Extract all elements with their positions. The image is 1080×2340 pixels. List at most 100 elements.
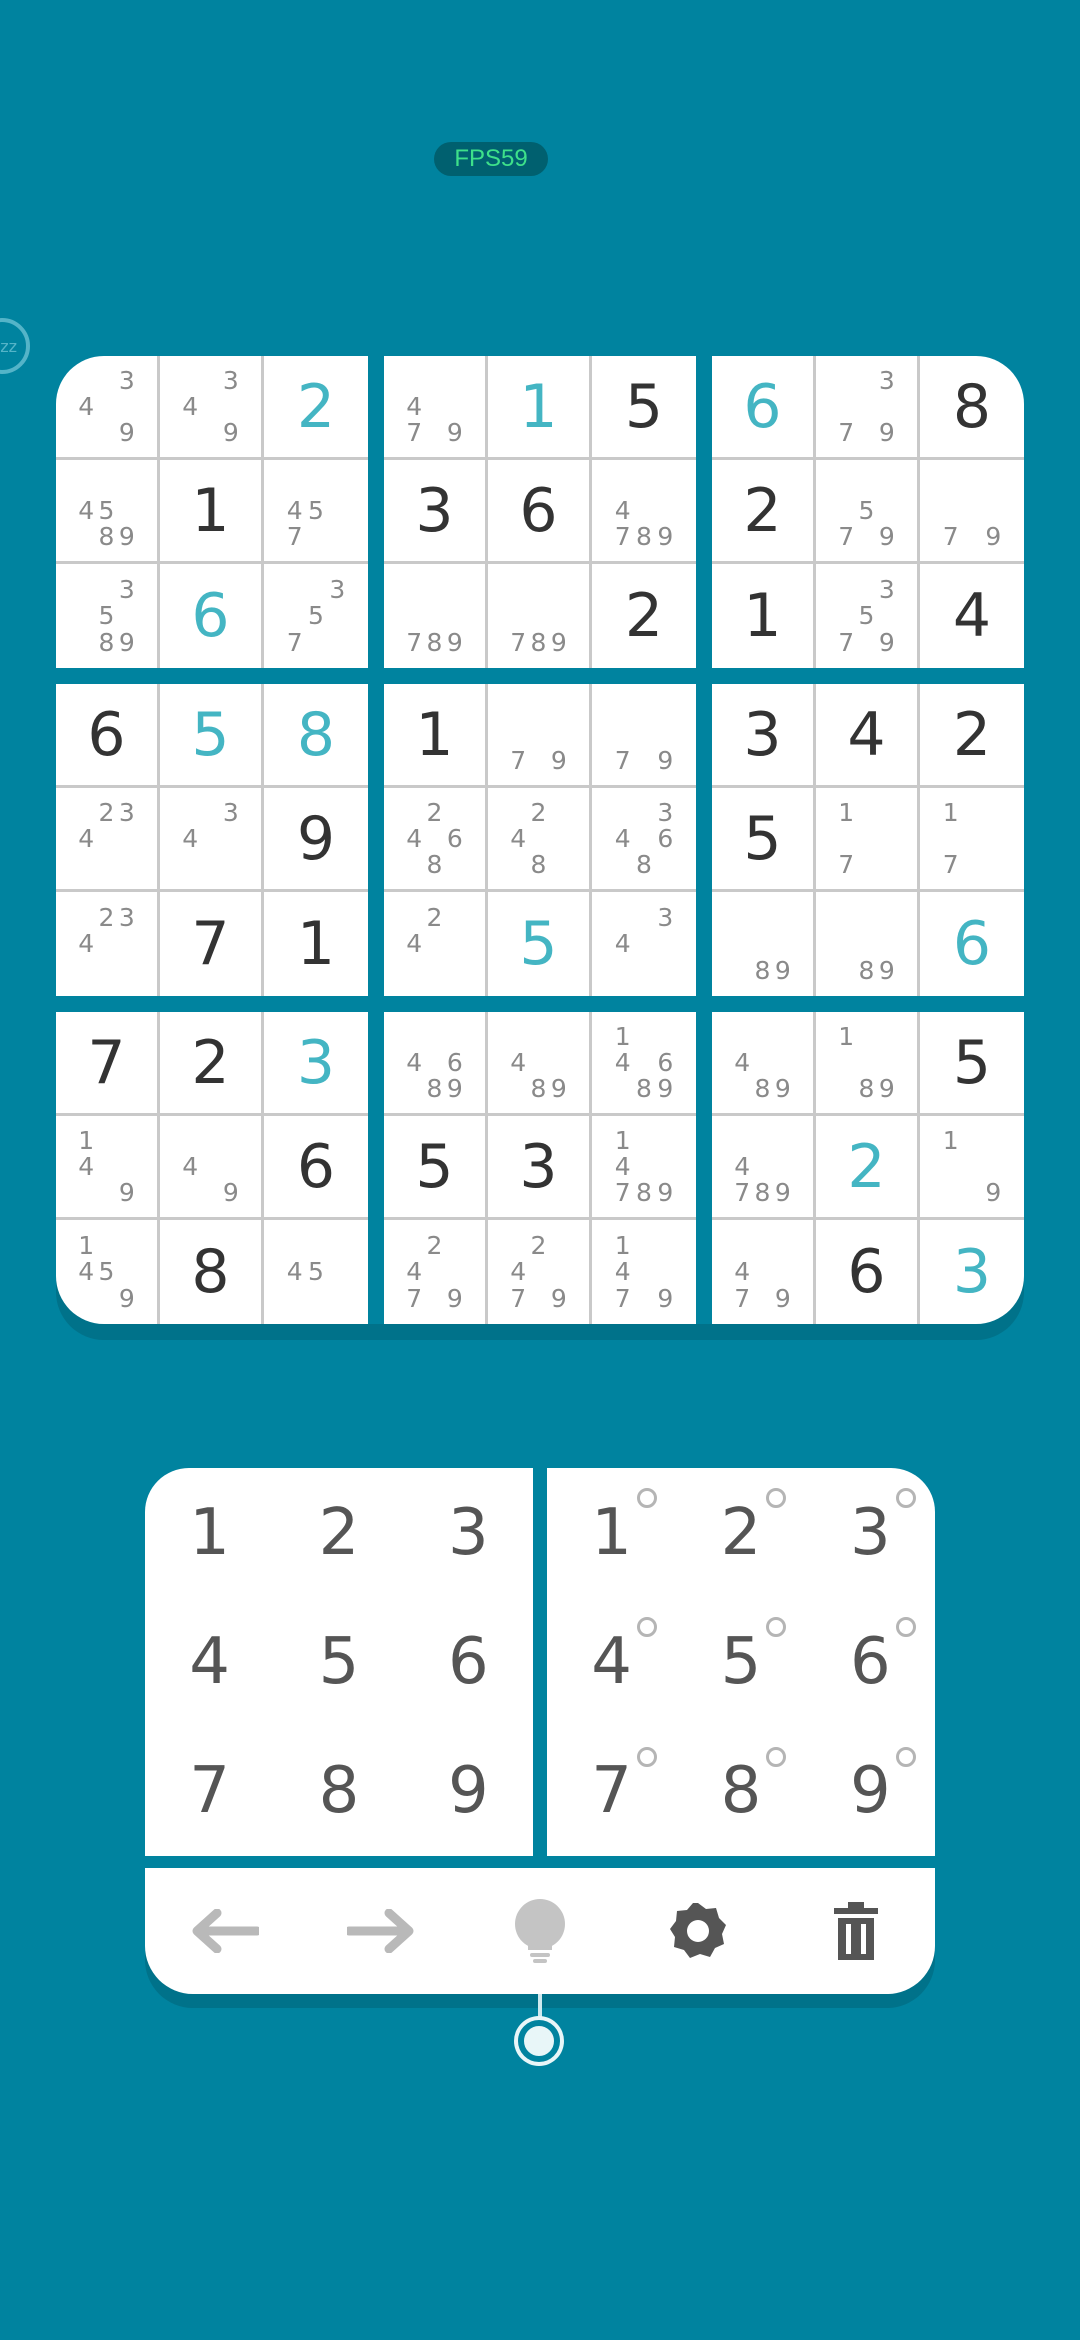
sudoku-cell[interactable]: 234 <box>56 892 160 996</box>
sudoku-cell[interactable]: 2479 <box>384 1220 488 1324</box>
sudoku-cell[interactable]: 4 <box>920 564 1024 668</box>
sudoku-cell[interactable]: 2 <box>592 564 696 668</box>
note-key[interactable]: 1 <box>547 1468 676 1597</box>
sudoku-cell[interactable]: 6 <box>712 356 816 460</box>
sudoku-cell[interactable]: 3579 <box>816 564 920 668</box>
number-key[interactable]: 9 <box>404 1727 533 1856</box>
number-key[interactable]: 7 <box>145 1727 274 1856</box>
note-key[interactable]: 8 <box>676 1727 805 1856</box>
sudoku-cell[interactable]: 579 <box>816 460 920 564</box>
sudoku-cell[interactable]: 8 <box>264 684 368 788</box>
sudoku-cell[interactable]: 3 <box>920 1220 1024 1324</box>
number-key[interactable]: 4 <box>145 1597 274 1726</box>
sudoku-cell[interactable]: 6 <box>264 1116 368 1220</box>
sudoku-cell[interactable]: 6 <box>816 1220 920 1324</box>
sudoku-cell[interactable]: 5 <box>160 684 264 788</box>
sudoku-cell[interactable]: 4789 <box>592 460 696 564</box>
sudoku-cell[interactable]: 19 <box>920 1116 1024 1220</box>
sudoku-cell[interactable]: 14689 <box>592 1012 696 1116</box>
sudoku-cell[interactable]: 2 <box>264 356 368 460</box>
number-key[interactable]: 5 <box>274 1597 403 1726</box>
note-key[interactable]: 3 <box>806 1468 935 1597</box>
sudoku-cell[interactable]: 24 <box>384 892 488 996</box>
sudoku-cell[interactable]: 3 <box>712 684 816 788</box>
sudoku-cell[interactable]: 14789 <box>592 1116 696 1220</box>
sudoku-cell[interactable]: 79 <box>592 684 696 788</box>
sudoku-cell[interactable]: 5 <box>488 892 592 996</box>
sudoku-cell[interactable]: 2 <box>816 1116 920 1220</box>
sudoku-cell[interactable]: 6 <box>160 564 264 668</box>
sudoku-cell[interactable]: 7 <box>160 892 264 996</box>
hint-indicator-dot[interactable] <box>518 2020 560 2062</box>
sudoku-cell[interactable]: 8 <box>160 1220 264 1324</box>
sudoku-cell[interactable]: 79 <box>488 684 592 788</box>
sudoku-cell[interactable]: 789 <box>488 564 592 668</box>
note-key[interactable]: 6 <box>806 1597 935 1726</box>
sudoku-cell[interactable]: 34 <box>160 788 264 892</box>
sudoku-cell[interactable]: 189 <box>816 1012 920 1116</box>
sudoku-cell[interactable]: 149 <box>56 1116 160 1220</box>
sudoku-cell[interactable]: 17 <box>920 788 1024 892</box>
sudoku-cell[interactable]: 6 <box>56 684 160 788</box>
sudoku-cell[interactable]: 357 <box>264 564 368 668</box>
sudoku-cell[interactable]: 489 <box>488 1012 592 1116</box>
sudoku-cell[interactable]: 489 <box>712 1012 816 1116</box>
sudoku-cell[interactable]: 3468 <box>592 788 696 892</box>
sudoku-cell[interactable]: 89 <box>712 892 816 996</box>
sudoku-cell[interactable]: 8 <box>920 356 1024 460</box>
sudoku-cell[interactable]: 248 <box>488 788 592 892</box>
note-key[interactable]: 4 <box>547 1597 676 1726</box>
number-key[interactable]: 8 <box>274 1727 403 1856</box>
sudoku-cell[interactable]: 3589 <box>56 564 160 668</box>
undo-button[interactable] <box>174 1881 274 1981</box>
sudoku-cell[interactable]: 2 <box>712 460 816 564</box>
sudoku-cell[interactable]: 1 <box>264 892 368 996</box>
sudoku-cell[interactable]: 3 <box>488 1116 592 1220</box>
sudoku-cell[interactable]: 5 <box>384 1116 488 1220</box>
sudoku-cell[interactable]: 479 <box>384 356 488 460</box>
sudoku-cell[interactable]: 1 <box>160 460 264 564</box>
sudoku-cell[interactable]: 5 <box>712 788 816 892</box>
sudoku-cell[interactable]: 234 <box>56 788 160 892</box>
sudoku-cell[interactable]: 2 <box>920 684 1024 788</box>
sudoku-cell[interactable]: 349 <box>160 356 264 460</box>
sudoku-cell[interactable]: 379 <box>816 356 920 460</box>
number-key[interactable]: 2 <box>274 1468 403 1597</box>
redo-button[interactable] <box>332 1881 432 1981</box>
sudoku-cell[interactable]: 4 <box>816 684 920 788</box>
sudoku-cell[interactable]: 2479 <box>488 1220 592 1324</box>
sudoku-cell[interactable]: 4789 <box>712 1116 816 1220</box>
sudoku-cell[interactable]: 17 <box>816 788 920 892</box>
sudoku-cell[interactable]: 349 <box>56 356 160 460</box>
sudoku-cell[interactable]: 34 <box>592 892 696 996</box>
sudoku-cell[interactable]: 789 <box>384 564 488 668</box>
sudoku-cell[interactable]: 3 <box>264 1012 368 1116</box>
delete-button[interactable] <box>806 1881 906 1981</box>
sudoku-cell[interactable]: 1479 <box>592 1220 696 1324</box>
sudoku-cell[interactable]: 5 <box>920 1012 1024 1116</box>
sudoku-cell[interactable]: 49 <box>160 1116 264 1220</box>
sudoku-cell[interactable]: 9 <box>264 788 368 892</box>
number-key[interactable]: 1 <box>145 1468 274 1597</box>
sudoku-cell[interactable]: 1459 <box>56 1220 160 1324</box>
note-key[interactable]: 5 <box>676 1597 805 1726</box>
settings-button[interactable] <box>648 1881 748 1981</box>
sudoku-cell[interactable]: 5 <box>592 356 696 460</box>
sudoku-cell[interactable]: 457 <box>264 460 368 564</box>
sudoku-cell[interactable]: 6 <box>488 460 592 564</box>
sudoku-cell[interactable]: 89 <box>816 892 920 996</box>
sudoku-cell[interactable]: 1 <box>712 564 816 668</box>
note-key[interactable]: 9 <box>806 1727 935 1856</box>
note-key[interactable]: 2 <box>676 1468 805 1597</box>
number-key[interactable]: 6 <box>404 1597 533 1726</box>
note-key[interactable]: 7 <box>547 1727 676 1856</box>
hint-button[interactable] <box>490 1881 590 1981</box>
sudoku-cell[interactable]: 1 <box>488 356 592 460</box>
sudoku-cell[interactable]: 2468 <box>384 788 488 892</box>
sudoku-cell[interactable]: 4589 <box>56 460 160 564</box>
sudoku-cell[interactable]: 4689 <box>384 1012 488 1116</box>
sudoku-cell[interactable]: 45 <box>264 1220 368 1324</box>
sudoku-cell[interactable]: 479 <box>712 1220 816 1324</box>
sudoku-cell[interactable]: 1 <box>384 684 488 788</box>
sudoku-cell[interactable]: 7 <box>56 1012 160 1116</box>
